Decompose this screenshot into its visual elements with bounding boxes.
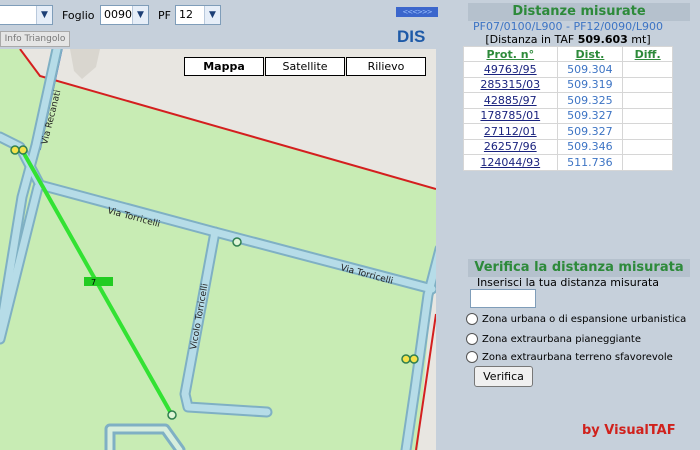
column-header-diff: Diff. <box>622 46 673 62</box>
table-row: 26257/96 509.346 <box>463 138 673 155</box>
zone-option-urbana[interactable]: Zona urbana o di espansione urbanistica <box>466 312 686 326</box>
foglio-value: 0090 <box>104 8 132 21</box>
diff-value <box>622 154 673 171</box>
table-row: 27112/01 509.327 <box>463 123 673 140</box>
chevron-down-icon: ▼ <box>204 6 220 24</box>
column-header-dist[interactable]: Dist. <box>556 46 624 62</box>
dist-value: 511.736 <box>556 154 624 171</box>
pf-label: PF <box>158 9 171 22</box>
radio-button[interactable] <box>466 351 478 363</box>
dist-value: 509.319 <box>556 76 624 93</box>
dist-value: 509.327 <box>556 123 624 140</box>
pf-select[interactable]: 12 ▼ <box>175 5 221 25</box>
region-select[interactable]: ▼ <box>0 5 53 25</box>
survey-point-icon[interactable] <box>10 145 20 155</box>
verifica-button[interactable]: Verifica <box>474 366 533 387</box>
diff-value <box>622 138 673 155</box>
map-type-satellite-button[interactable]: Satellite <box>265 57 345 76</box>
survey-point-icon[interactable] <box>401 354 411 364</box>
prot-link[interactable]: 49763/95 <box>463 61 558 78</box>
toolbar: ▼ Foglio 0090 ▼ PF 12 ▼ Info Triangolo <… <box>0 0 438 49</box>
radio-button[interactable] <box>466 333 478 345</box>
zone-option-label: Zona extraurbana terreno sfavorevole <box>482 351 673 363</box>
street-label-vicolo-torricelli: Vicolo Torricelli <box>189 283 210 351</box>
verify-title: Verifica la distanza misurata <box>468 259 690 277</box>
distances-title: Distanze misurate <box>468 3 690 21</box>
taf-prefix: [Distanza in TAF <box>485 33 575 46</box>
diff-value <box>622 61 673 78</box>
info-triangolo-button[interactable]: Info Triangolo <box>0 31 70 47</box>
survey-point-icon[interactable] <box>18 145 28 155</box>
table-header-row: Prot. n° Dist. Diff. <box>463 46 673 62</box>
map-type-mappa-button[interactable]: Mappa <box>184 57 264 76</box>
table-row: 178785/01 509.327 <box>463 107 673 124</box>
distance-input[interactable] <box>470 289 536 308</box>
foglio-select[interactable]: 0090 ▼ <box>100 5 149 25</box>
prot-link[interactable]: 26257/96 <box>463 138 558 155</box>
pf-value: 12 <box>179 8 193 21</box>
distances-table: Prot. n° Dist. Diff. 49763/95 509.304 285… <box>463 46 673 171</box>
taf-value: 509.603 <box>577 33 628 46</box>
map-canvas[interactable]: Via Recanati Via Torricelli Via Torricel… <box>0 49 436 450</box>
survey-point-icon[interactable] <box>409 354 419 364</box>
dist-value: 509.327 <box>556 107 624 124</box>
prot-link[interactable]: 42885/97 <box>463 92 558 109</box>
table-row: 124044/93 511.736 <box>463 154 673 171</box>
chevron-down-icon: ▼ <box>132 6 148 24</box>
credit-label: by VisualTAF <box>582 423 676 438</box>
table-row: 49763/95 509.304 <box>463 61 673 78</box>
table-row: 42885/97 509.325 <box>463 92 673 109</box>
diff-value <box>622 123 673 140</box>
map-view[interactable]: Via Recanati Via Torricelli Via Torricel… <box>0 49 436 450</box>
zone-option-label: Zona extraurbana pianeggiante <box>482 333 641 345</box>
table-row: 285315/03 509.319 <box>463 76 673 93</box>
prot-link[interactable]: 124044/93 <box>463 154 558 171</box>
nav-arrows-button[interactable]: <<<>>> <box>396 7 438 17</box>
survey-point-icon[interactable] <box>232 237 242 247</box>
taf-suffix: mt] <box>631 33 651 46</box>
map-type-rilievo-button[interactable]: Rilievo <box>346 57 426 76</box>
survey-point-icon[interactable] <box>167 410 177 420</box>
diff-value <box>622 92 673 109</box>
diff-value <box>622 107 673 124</box>
dis-logo: DIS <box>397 27 426 46</box>
dist-value: 509.304 <box>556 61 624 78</box>
chevron-down-icon: ▼ <box>36 6 52 24</box>
side-panel: Distanze misurate PF07/0100/L900 - PF12/… <box>436 0 700 450</box>
survey-point-markers[interactable] <box>10 145 419 420</box>
segment-marker[interactable] <box>84 277 113 286</box>
verify-subtitle: Inserisci la tua distanza misurata <box>476 276 660 289</box>
prot-link[interactable]: 27112/01 <box>463 123 558 140</box>
zone-option-label: Zona urbana o di espansione urbanistica <box>482 313 687 325</box>
column-header-prot[interactable]: Prot. n° <box>463 46 558 62</box>
prot-link[interactable]: 285315/03 <box>463 76 558 93</box>
diff-value <box>622 76 673 93</box>
dist-value: 509.325 <box>556 92 624 109</box>
segment-marker-label: 7 <box>91 278 96 287</box>
map-type-switcher: Mappa Satellite Rilievo <box>184 57 427 77</box>
radio-button[interactable] <box>466 313 478 325</box>
zone-option-pianeggiante[interactable]: Zona extraurbana pianeggiante <box>466 332 641 346</box>
taf-distance-line: [Distanza in TAF 509.603 mt] <box>436 33 700 46</box>
dist-value: 509.346 <box>556 138 624 155</box>
distances-subtitle: PF07/0100/L900 - PF12/0090/L900 <box>473 20 663 33</box>
prot-link[interactable]: 178785/01 <box>463 107 558 124</box>
zone-option-sfavorevole[interactable]: Zona extraurbana terreno sfavorevole <box>466 350 673 364</box>
foglio-label: Foglio <box>62 9 95 22</box>
